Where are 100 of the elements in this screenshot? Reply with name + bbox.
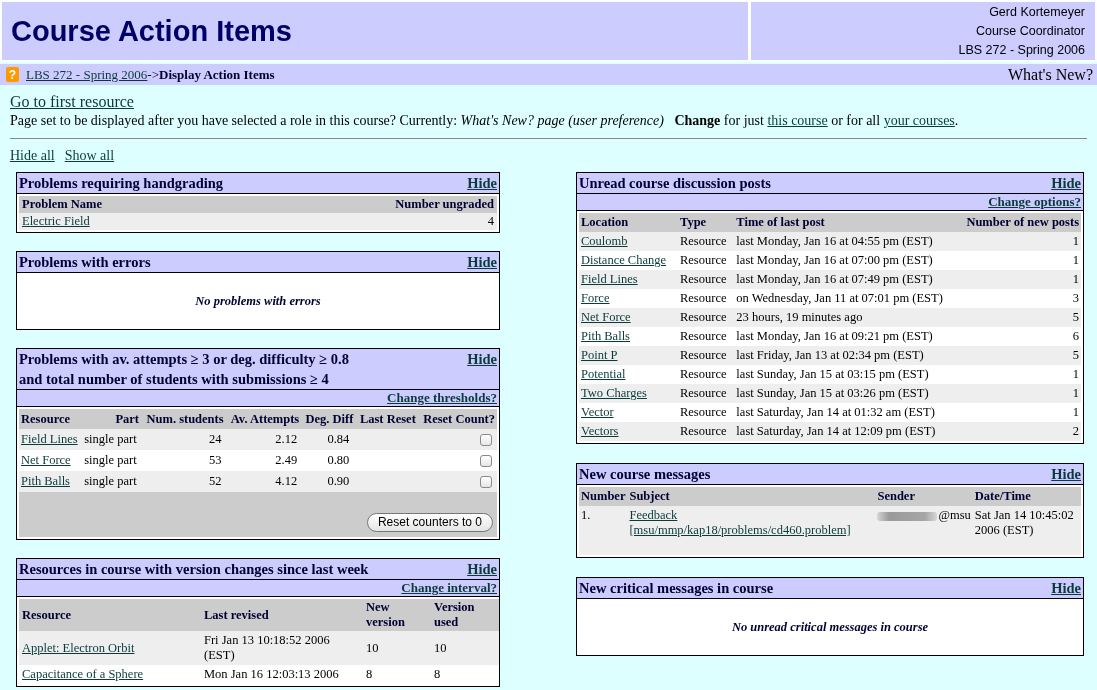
hide-link[interactable]: Hide bbox=[1051, 578, 1081, 598]
table-cell: last Monday, Jan 16 at 07:00 pm (EST) bbox=[734, 251, 965, 270]
table-cell: 0.90 bbox=[301, 471, 356, 492]
table-cell: Resource bbox=[677, 308, 735, 327]
table-cell: Resource bbox=[677, 346, 735, 365]
options-link[interactable]: Change thresholds? bbox=[387, 390, 497, 405]
hide-link[interactable]: Hide bbox=[467, 252, 497, 272]
table-cell: 53 bbox=[141, 450, 226, 471]
column-header: New version bbox=[363, 599, 431, 631]
table-cell: Fri Jan 13 10:18:52 2006 (EST) bbox=[201, 631, 363, 665]
table-cell: 5 bbox=[964, 346, 1081, 365]
column-header: Resource bbox=[19, 599, 201, 631]
column-header: Resource bbox=[19, 409, 83, 429]
table-cell: 1 bbox=[964, 384, 1081, 403]
panel-title: New critical messages in course bbox=[579, 579, 774, 598]
preference-link[interactable]: your courses bbox=[883, 113, 955, 128]
table-cell: last Sunday, Jan 15 at 03:15 pm (EST) bbox=[734, 365, 965, 384]
column-header: Date/Time bbox=[972, 487, 1081, 506]
resource-link[interactable]: Vectors bbox=[581, 424, 619, 439]
table-cell: 5 bbox=[964, 308, 1081, 327]
table-cell: Sat Jan 14 10:45:02 2006 (EST) bbox=[972, 506, 1081, 555]
resource-link[interactable]: Point P bbox=[581, 348, 618, 363]
resource-link[interactable]: Pith Balls bbox=[581, 329, 630, 344]
hide-link[interactable]: Hide bbox=[467, 349, 497, 369]
resource-link[interactable]: Pith Balls bbox=[21, 474, 70, 489]
resource-link[interactable]: Net Force bbox=[21, 453, 71, 468]
table-cell: last Friday, Jan 13 at 02:34 pm (EST) bbox=[734, 346, 965, 365]
table-cell: 1. bbox=[579, 506, 628, 555]
resource-link[interactable]: Applet: Electron Orbit bbox=[22, 640, 135, 656]
resource-link[interactable]: Distance Change bbox=[581, 253, 667, 268]
reset-checkbox[interactable] bbox=[480, 475, 492, 488]
reset-button[interactable]: Reset counters to 0 bbox=[366, 513, 493, 532]
resource-link[interactable]: Potential bbox=[581, 367, 626, 382]
column-header: Version used bbox=[431, 599, 499, 631]
table-cell: Resource bbox=[677, 270, 735, 289]
options-link[interactable]: Change options? bbox=[988, 194, 1081, 209]
table-cell: Resource bbox=[677, 251, 735, 270]
table-cell: last Saturday, Jan 14 at 12:09 pm (EST) bbox=[734, 422, 965, 441]
show-all-link[interactable]: Show all bbox=[64, 147, 115, 165]
column-header: Time of last post bbox=[734, 213, 965, 232]
column-header: Sender bbox=[875, 487, 973, 506]
hide-link[interactable]: Hide bbox=[467, 173, 497, 193]
column-header: Type bbox=[677, 213, 735, 232]
table-cell: 10 bbox=[431, 631, 499, 665]
resource-link[interactable]: Vector bbox=[581, 405, 614, 420]
panel-title: Problems with av. attempts ≥ 3 or deg. difficulty ≥ 0.8 and total number of students with submissions ≥ 4 bbox=[19, 350, 350, 389]
column-header: Location bbox=[579, 213, 678, 232]
hide-link[interactable]: Hide bbox=[1051, 173, 1081, 193]
resource-link[interactable]: Two Charges bbox=[581, 386, 647, 401]
reset-checkbox[interactable] bbox=[480, 454, 492, 467]
panel-title: Resources in course with version changes since last week bbox=[19, 560, 369, 579]
table-cell: 6 bbox=[964, 327, 1081, 346]
resource-link[interactable]: Electric Field bbox=[22, 214, 90, 229]
breadcrumb-link[interactable]: LBS 272 - Spring 2006 bbox=[26, 66, 148, 83]
table-cell: 10 bbox=[363, 631, 431, 665]
table-cell: Resource bbox=[677, 384, 735, 403]
table-cell: 1 bbox=[964, 403, 1081, 422]
table-cell: last Monday, Jan 16 at 04:55 pm (EST) bbox=[734, 232, 965, 251]
column-header: Number bbox=[579, 487, 628, 506]
table-cell: Resource bbox=[677, 327, 735, 346]
page-title: Course Action Items bbox=[11, 14, 292, 48]
column-header: Problem Name bbox=[19, 196, 235, 213]
table-cell: single part bbox=[82, 450, 142, 471]
resource-link[interactable]: Field Lines bbox=[581, 272, 638, 287]
options-link[interactable]: Change interval? bbox=[401, 580, 497, 595]
empty-message: No problems with errors bbox=[195, 293, 321, 309]
table-cell: Resource bbox=[677, 365, 735, 384]
table-cell: 4.12 bbox=[225, 471, 302, 492]
hide-link[interactable]: Hide bbox=[467, 559, 497, 579]
column-header: Deg. Diff bbox=[301, 409, 356, 429]
panel-title: New course messages bbox=[579, 465, 711, 484]
table-cell: single part bbox=[82, 471, 142, 492]
first-resource-link[interactable]: Go to first resource bbox=[10, 93, 134, 110]
preference-link[interactable]: this course bbox=[767, 113, 828, 128]
resource-link[interactable]: Field Lines bbox=[21, 432, 78, 447]
reset-checkbox[interactable] bbox=[480, 433, 492, 446]
table-cell: 0.84 bbox=[301, 429, 356, 450]
table-cell: 1 bbox=[964, 365, 1081, 384]
table-cell: last Saturday, Jan 14 at 01:32 am (EST) bbox=[734, 403, 965, 422]
table-cell: 4 bbox=[234, 213, 497, 230]
hide-all-link[interactable]: Hide all bbox=[10, 147, 55, 165]
table-cell: 23 hours, 19 minutes ago bbox=[734, 308, 965, 327]
column-header: Reset Count? bbox=[417, 409, 497, 429]
hide-link[interactable]: Hide bbox=[1051, 464, 1081, 484]
column-header: Subject bbox=[627, 487, 876, 506]
column-header: Part bbox=[82, 409, 142, 429]
table-cell: last Monday, Jan 16 at 09:21 pm (EST) bbox=[734, 327, 965, 346]
breadcrumb-current: ->Display Action Items bbox=[147, 66, 275, 83]
resource-link[interactable]: Feedback [msu/mmp/kap18/problems/cd460.problem] bbox=[629, 508, 874, 538]
column-header: Last Reset bbox=[355, 409, 418, 429]
resource-link[interactable]: Coulomb bbox=[581, 234, 628, 249]
resource-link[interactable]: Capacitance of a Sphere bbox=[22, 667, 144, 682]
table-cell: 52 bbox=[141, 471, 226, 492]
column-header: Num. students bbox=[141, 409, 226, 429]
resource-link[interactable]: Force bbox=[581, 291, 610, 306]
column-header: Last revised bbox=[201, 599, 363, 631]
table-cell: Resource bbox=[677, 422, 735, 441]
user-name: Gerd Kortemeyer bbox=[989, 3, 1085, 21]
table-cell: 24 bbox=[141, 429, 226, 450]
resource-link[interactable]: Net Force bbox=[581, 310, 631, 325]
